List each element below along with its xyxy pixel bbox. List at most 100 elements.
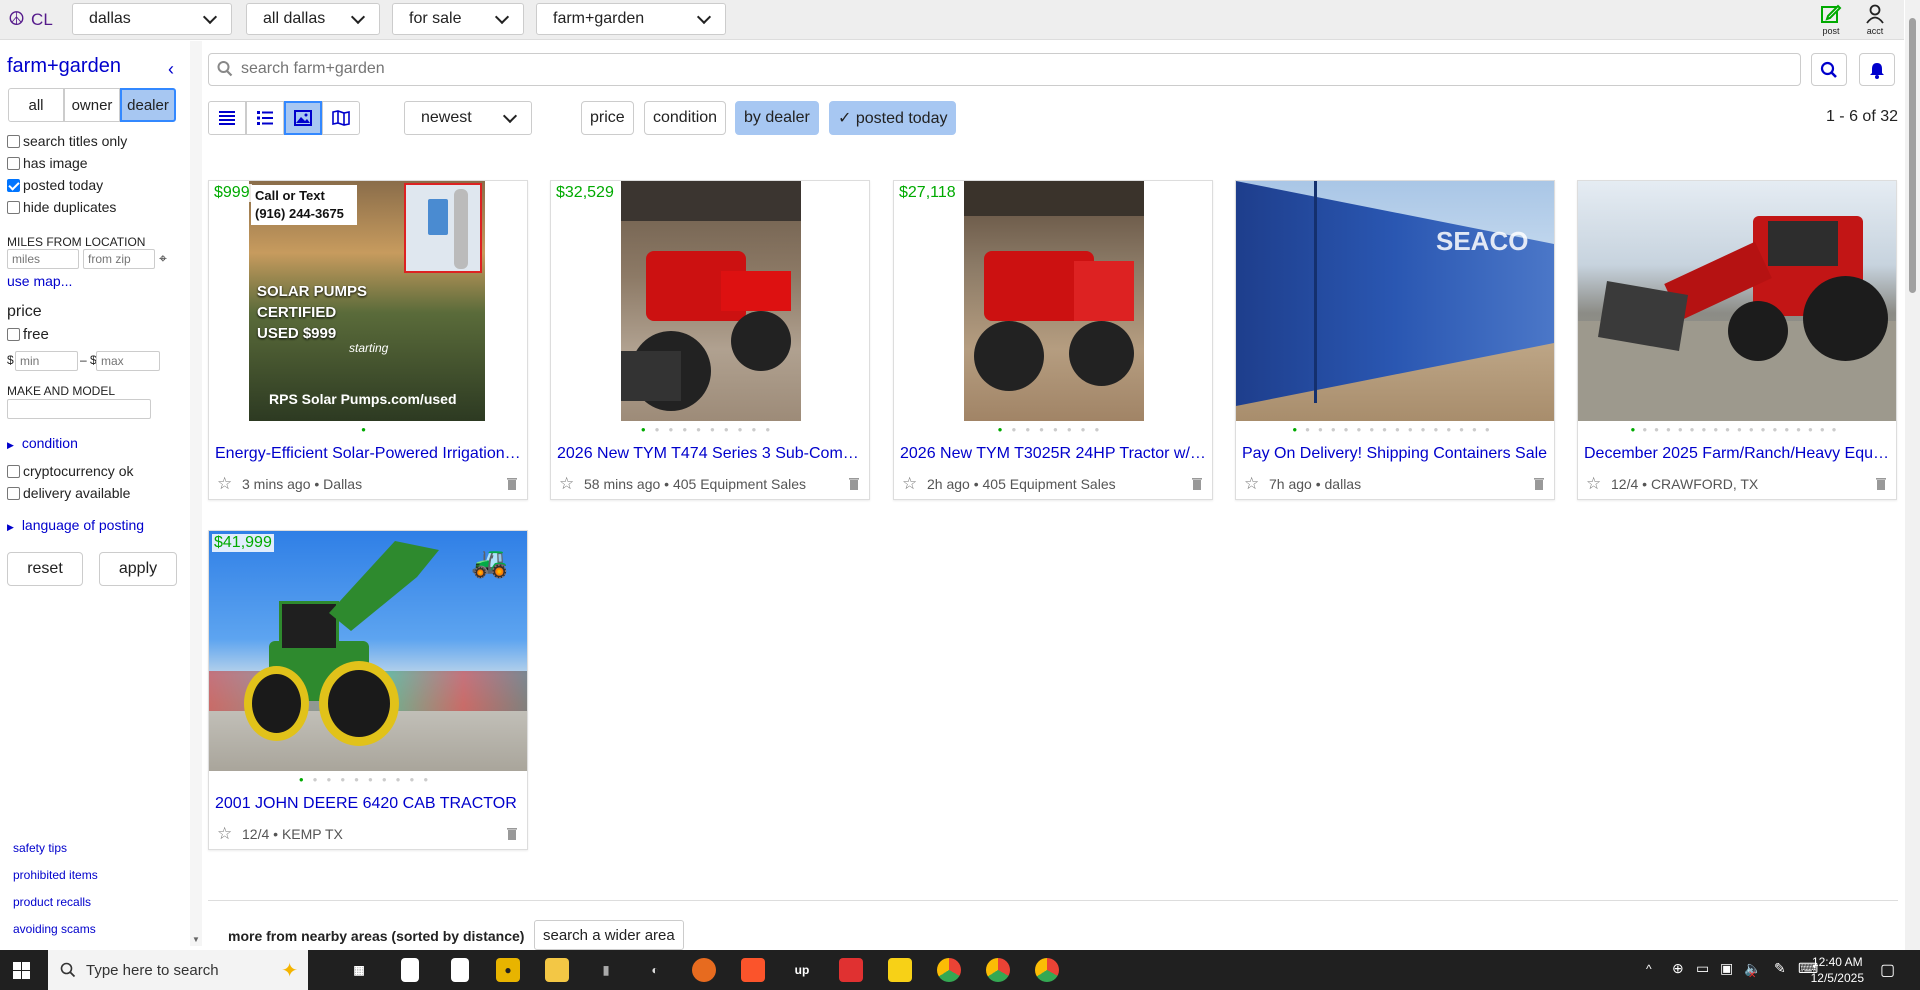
zip-input[interactable] [83, 249, 155, 269]
image-dots[interactable]: ●●●●●●●●●●●●●●●●●● [1578, 425, 1896, 434]
brave-icon[interactable] [741, 958, 765, 982]
condition-expander[interactable]: ▶ condition [7, 435, 78, 451]
list-view-icon[interactable] [208, 101, 246, 135]
trash-icon[interactable] [1875, 476, 1887, 493]
by-dealer-filter-button[interactable]: by dealer [735, 101, 819, 135]
crypto-checkbox[interactable]: cryptocurrency ok [7, 463, 133, 479]
trash-icon[interactable] [506, 826, 518, 843]
scroll-down-arrow[interactable]: ▼ [192, 935, 200, 944]
product-recalls-link[interactable]: product recalls [13, 895, 91, 909]
apply-button[interactable]: apply [99, 552, 177, 586]
network-icon[interactable]: ▭ [1696, 960, 1709, 977]
tray-chevron-icon[interactable]: ^ [1646, 962, 1652, 976]
reset-button[interactable]: reset [7, 552, 83, 586]
image-dots[interactable]: ●●●●●●●● [894, 425, 1212, 434]
file-icon[interactable] [451, 958, 469, 982]
image-dots[interactable]: ●●●●●●●●●● [551, 425, 869, 434]
chrome-icon[interactable] [937, 958, 961, 982]
posted-today-checkbox[interactable]: posted today [7, 177, 103, 193]
safety-tips-link[interactable]: safety tips [13, 841, 67, 855]
listing-title[interactable]: December 2025 Farm/Ranch/Heavy Equipment… [1584, 445, 1890, 463]
map-view-icon[interactable] [322, 101, 360, 135]
listing-image[interactable] [894, 181, 1212, 421]
listing-card[interactable]: ●●●●●●●●●●●●●●●●●● December 2025 Farm/Ra… [1577, 180, 1897, 500]
listing-title[interactable]: 2001 JOHN DEERE 6420 CAB TRACTOR [215, 795, 521, 813]
listing-title[interactable]: Energy-Efficient Solar-Powered Irrigatio… [215, 445, 521, 463]
image-dots[interactable]: ● [209, 425, 527, 434]
segment-all[interactable]: all [8, 88, 64, 122]
gallery-view-icon[interactable] [284, 101, 322, 135]
meet-icon[interactable]: ▣ [1720, 960, 1733, 977]
trash-icon[interactable] [848, 476, 860, 493]
posted-today-filter-button[interactable]: ✓ posted today [829, 101, 957, 135]
sort-select[interactable]: newest [404, 101, 532, 135]
trash-icon[interactable] [1533, 476, 1545, 493]
listing-title[interactable]: Pay On Delivery! Shipping Containers Sal… [1242, 445, 1548, 463]
sticky-notes-icon[interactable] [888, 958, 912, 982]
listing-image[interactable] [1578, 181, 1896, 421]
star-icon[interactable]: ☆ [1586, 474, 1601, 494]
listing-title[interactable]: 2026 New TYM T3025R 24HP Tractor w/ Load… [900, 445, 1206, 463]
collapse-sidebar-icon[interactable]: ‹ [168, 59, 174, 80]
max-price-input[interactable] [96, 351, 160, 371]
language-expander[interactable]: ▶ language of posting [7, 517, 144, 533]
trash-icon[interactable] [506, 476, 518, 493]
hide-duplicates-checkbox[interactable]: hide duplicates [7, 199, 116, 215]
star-icon[interactable]: ☆ [217, 474, 232, 494]
section-select[interactable]: for sale [392, 3, 524, 35]
search-button[interactable] [1811, 53, 1847, 86]
taskbar-search[interactable]: Type here to search ✦ [48, 950, 308, 990]
star-icon[interactable]: ☆ [902, 474, 917, 494]
listing-card[interactable]: $32,529 ●●●●●●●●●● 2026 New TYM T474 Ser… [550, 180, 870, 500]
save-search-alert-button[interactable] [1859, 53, 1895, 86]
page-scrollbar[interactable] [1905, 0, 1920, 950]
listing-card[interactable]: 🚜 $41,999 ●●●●●●●●●● 2001 JOHN DEERE 642… [208, 530, 528, 850]
area-select[interactable]: all dallas [246, 3, 380, 35]
listing-card[interactable]: $27,118 ●●●●●●●● 2026 New TYM T3025R 24H… [893, 180, 1213, 500]
segment-dealer[interactable]: dealer [120, 88, 176, 122]
search-wider-area-button[interactable]: search a wider area [534, 920, 684, 950]
image-dots[interactable]: ●●●●●●●●●● [209, 775, 527, 784]
use-map-link[interactable]: use map... [7, 273, 72, 289]
city-select[interactable]: dallas [72, 3, 232, 35]
windows-start-icon[interactable] [13, 962, 30, 982]
firefox-icon[interactable] [692, 958, 716, 982]
chrome-icon[interactable] [1035, 958, 1059, 982]
delivery-checkbox[interactable]: delivery available [7, 485, 130, 501]
task-view-icon[interactable]: ▦ [347, 958, 371, 982]
segment-owner[interactable]: owner [64, 88, 120, 122]
condition-filter-button[interactable]: condition [644, 101, 727, 135]
app-icon[interactable]: ● [496, 958, 520, 982]
notifications-icon[interactable]: ▢ [1880, 960, 1895, 980]
locate-icon[interactable]: ⌖ [159, 250, 167, 267]
listing-card[interactable]: SEACO ●●●●●●●●●●●●●●●● Pay On Delivery! … [1235, 180, 1555, 500]
sidebar-scrollbar[interactable]: ▼ [190, 41, 202, 946]
pen-icon[interactable]: ✎ [1774, 960, 1786, 977]
prohibited-items-link[interactable]: prohibited items [13, 868, 98, 882]
make-model-input[interactable] [7, 399, 151, 419]
has-image-checkbox[interactable]: has image [7, 155, 88, 171]
trash-icon[interactable] [1191, 476, 1203, 493]
star-icon[interactable]: ☆ [559, 474, 574, 494]
free-checkbox[interactable]: free [7, 326, 49, 343]
avoiding-scams-link[interactable]: avoiding scams [13, 922, 96, 936]
listing-image[interactable]: 🚜 [209, 531, 527, 771]
app-icon[interactable] [839, 958, 863, 982]
miles-input[interactable] [7, 249, 79, 269]
globe-icon[interactable]: ⊕ [1672, 960, 1684, 977]
taskbar-clock[interactable]: 12:40 AM 12/5/2025 [1811, 954, 1864, 986]
star-icon[interactable]: ☆ [1244, 474, 1259, 494]
min-price-input[interactable] [15, 351, 78, 371]
listing-title[interactable]: 2026 New TYM T474 Series 3 Sub-Compact T… [557, 445, 863, 463]
folder-icon[interactable] [545, 958, 569, 982]
price-filter-button[interactable]: price [581, 101, 634, 135]
star-icon[interactable]: ☆ [217, 824, 232, 844]
file-icon[interactable] [401, 958, 419, 982]
preview-view-icon[interactable] [246, 101, 284, 135]
image-dots[interactable]: ●●●●●●●●●●●●●●●● [1236, 425, 1554, 434]
search-titles-only-checkbox[interactable]: search titles only [7, 133, 127, 149]
listing-image[interactable]: Call or Text (916) 244-3675 SOLAR PUMPS … [209, 181, 527, 421]
scrollbar-thumb[interactable] [1909, 18, 1916, 293]
upwork-icon[interactable]: up [790, 958, 814, 982]
paint-icon[interactable]: ◐ [643, 958, 667, 982]
